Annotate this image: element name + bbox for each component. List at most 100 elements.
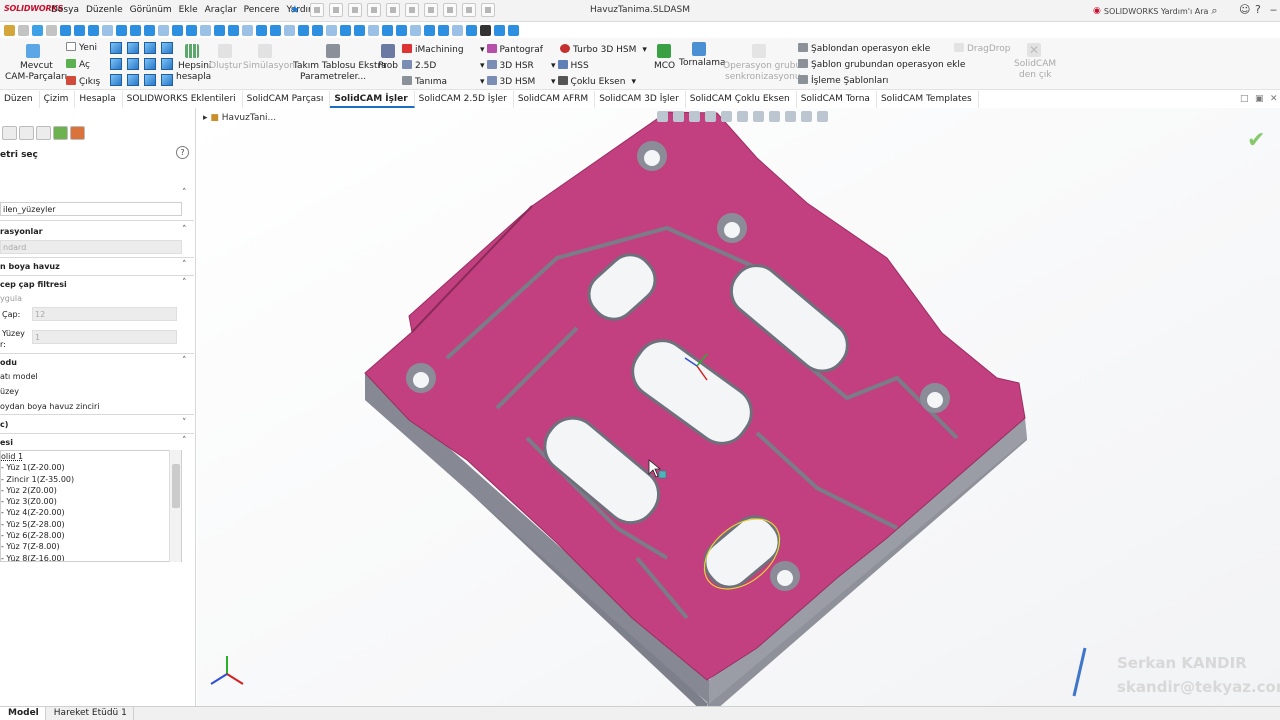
view-cube-icon[interactable] [161, 58, 173, 70]
view-orientation-icon[interactable] [721, 111, 732, 122]
tool-icon[interactable] [410, 24, 421, 36]
tab-solidcam-3d-isler[interactable]: SolidCAM 3D İşler [595, 91, 686, 108]
probe-icon[interactable] [381, 44, 395, 58]
section-boya-havuz[interactable]: n boya havuz [0, 262, 60, 271]
print-icon[interactable] [386, 3, 400, 17]
tool-icon[interactable] [270, 24, 281, 36]
save-icon[interactable] [367, 3, 381, 17]
view-cube-icon[interactable] [144, 74, 156, 86]
apply-scene-icon[interactable] [785, 111, 796, 122]
section-modu[interactable]: odu [0, 358, 17, 367]
coklu-eksen-button[interactable]: ▾ Çoklu Eksen ▾ [551, 76, 636, 88]
property-icon[interactable] [19, 126, 34, 140]
tab-solidcam-torna[interactable]: SolidCAM Torna [797, 91, 877, 108]
view-cube-icon[interactable] [110, 74, 122, 86]
list-item[interactable]: - Zincir 1(Z-35.00) [1, 474, 181, 485]
section-c[interactable]: c) [0, 420, 8, 429]
tool-icon[interactable] [32, 24, 43, 36]
edit-appearance-icon[interactable] [769, 111, 780, 122]
section-list[interactable]: esi [0, 438, 13, 447]
tool-icon[interactable] [424, 24, 435, 36]
help-search[interactable]: ◉ SOLIDWORKS Yardım'ı Ara ⌕ [1093, 3, 1228, 19]
tool-icon[interactable] [242, 24, 253, 36]
calculate-all-icon[interactable] [185, 44, 199, 58]
tool-icon[interactable] [200, 24, 211, 36]
turning-icon[interactable] [692, 42, 706, 56]
tool-icon[interactable] [4, 24, 15, 36]
section-view-icon[interactable] [705, 111, 716, 122]
solidcam-icon[interactable] [70, 126, 85, 140]
option-yuzey[interactable]: üzey [0, 387, 19, 396]
open-icon[interactable] [348, 3, 362, 17]
tool-icon[interactable] [284, 24, 295, 36]
tornalama-button[interactable]: Tornalama [679, 58, 726, 69]
chevron-up-icon[interactable]: ˄ [182, 278, 187, 288]
tab-solidcam-isler[interactable]: SolidCAM İşler [330, 91, 415, 108]
rebuild-icon[interactable] [462, 3, 476, 17]
hepsini-hesapla-label[interactable]: hesapla [176, 72, 211, 83]
list-scrollbar[interactable] [169, 450, 181, 562]
isleme-sablonlari-button[interactable]: İşleme Şablonları [798, 75, 888, 87]
option-boya-havuz-zinciri[interactable]: oydan boya havuz zinciri [0, 402, 100, 411]
tool-icon[interactable] [214, 24, 225, 36]
tab-cizim[interactable]: Çizim [40, 91, 76, 108]
tool-icon[interactable] [340, 24, 351, 36]
undo-icon[interactable] [405, 3, 419, 17]
tab-model[interactable]: Model [0, 707, 46, 720]
sablondan-button[interactable]: Şablondan operasyon ekle [798, 43, 930, 55]
hsm3d-button[interactable]: ▾ 3D HSM [480, 76, 535, 88]
tool-icon[interactable] [74, 24, 85, 36]
view-cube-icon[interactable] [127, 74, 139, 86]
tool-icon[interactable] [256, 24, 267, 36]
tool-icon[interactable] [298, 24, 309, 36]
user-icon[interactable]: ☺ [1239, 3, 1250, 16]
tool-icon[interactable] [396, 24, 407, 36]
cikis-button[interactable]: Çıkış [66, 76, 100, 88]
senkronizasyonu-label[interactable]: senkronizasyonu [725, 72, 801, 83]
prob-button[interactable]: Prob [378, 61, 398, 72]
view-cube-icon[interactable] [144, 42, 156, 54]
view-cube-icon[interactable] [161, 74, 173, 86]
dragdrop-button[interactable]: DragDrop [954, 43, 1011, 55]
tool-icon[interactable] [186, 24, 197, 36]
tool-icon[interactable] [46, 24, 57, 36]
solidcam-exit-button[interactable]: SolidCAM [1014, 59, 1056, 70]
hepsini-hesapla-button[interactable]: Hepsini [178, 61, 211, 72]
hide-show-icon[interactable] [753, 111, 764, 122]
uygula-checkbox[interactable]: ygula [0, 294, 22, 303]
d25-button[interactable]: 2.5D [402, 60, 436, 72]
pin-icon[interactable]: ★ [290, 3, 300, 16]
tab-hesapla[interactable]: Hesapla [75, 91, 123, 108]
tool-icon[interactable] [158, 24, 169, 36]
display-pane-icon[interactable] [817, 111, 828, 122]
tool-icon[interactable] [438, 24, 449, 36]
imachining-button[interactable]: iMachining [402, 44, 464, 56]
yeni-button[interactable]: Yeni [66, 42, 97, 54]
chevron-up-icon[interactable]: ˄ [182, 225, 187, 235]
options-gear-icon[interactable] [481, 3, 495, 17]
tab-solidcam-parcasi[interactable]: SolidCAM Parçası [243, 91, 331, 108]
simulasyon-button[interactable]: Simülasyon [243, 61, 295, 72]
select-icon[interactable] [443, 3, 457, 17]
zoom-fit-icon[interactable] [657, 111, 668, 122]
turbo-hsm-button[interactable]: Turbo 3D HSM ▾ [560, 44, 647, 56]
close-icon[interactable]: ✕ [1270, 94, 1278, 104]
tab-solidcam-coklu-eksen[interactable]: SolidCAM Çoklu Eksen [686, 91, 797, 108]
operasyon-grubu-button[interactable]: Operasyon grubu [723, 61, 801, 72]
list-item[interactable]: - Yüz 5(Z-28.00) [1, 519, 181, 530]
view-cube-icon[interactable] [127, 58, 139, 70]
section-cep-cap-filtresi[interactable]: cep çap filtresi [0, 280, 67, 289]
tool-icon[interactable] [116, 24, 127, 36]
view-cube-icon[interactable] [110, 58, 122, 70]
search-icon[interactable]: ⌕ [1211, 4, 1217, 18]
tool-icon[interactable] [452, 24, 463, 36]
tool-icon[interactable] [60, 24, 71, 36]
tool-icon[interactable] [172, 24, 183, 36]
tool-icon[interactable] [382, 24, 393, 36]
redo-icon[interactable] [424, 3, 438, 17]
minimize-icon[interactable]: ‒ [1270, 3, 1277, 16]
sablon-grubundan-button[interactable]: Şablon grubundan operasyon ekle [798, 59, 965, 71]
option-kati-model[interactable]: atı model [0, 372, 38, 381]
chevron-up-icon[interactable]: ˄ [182, 356, 187, 366]
chevron-up-icon[interactable]: ˄ [182, 436, 187, 446]
